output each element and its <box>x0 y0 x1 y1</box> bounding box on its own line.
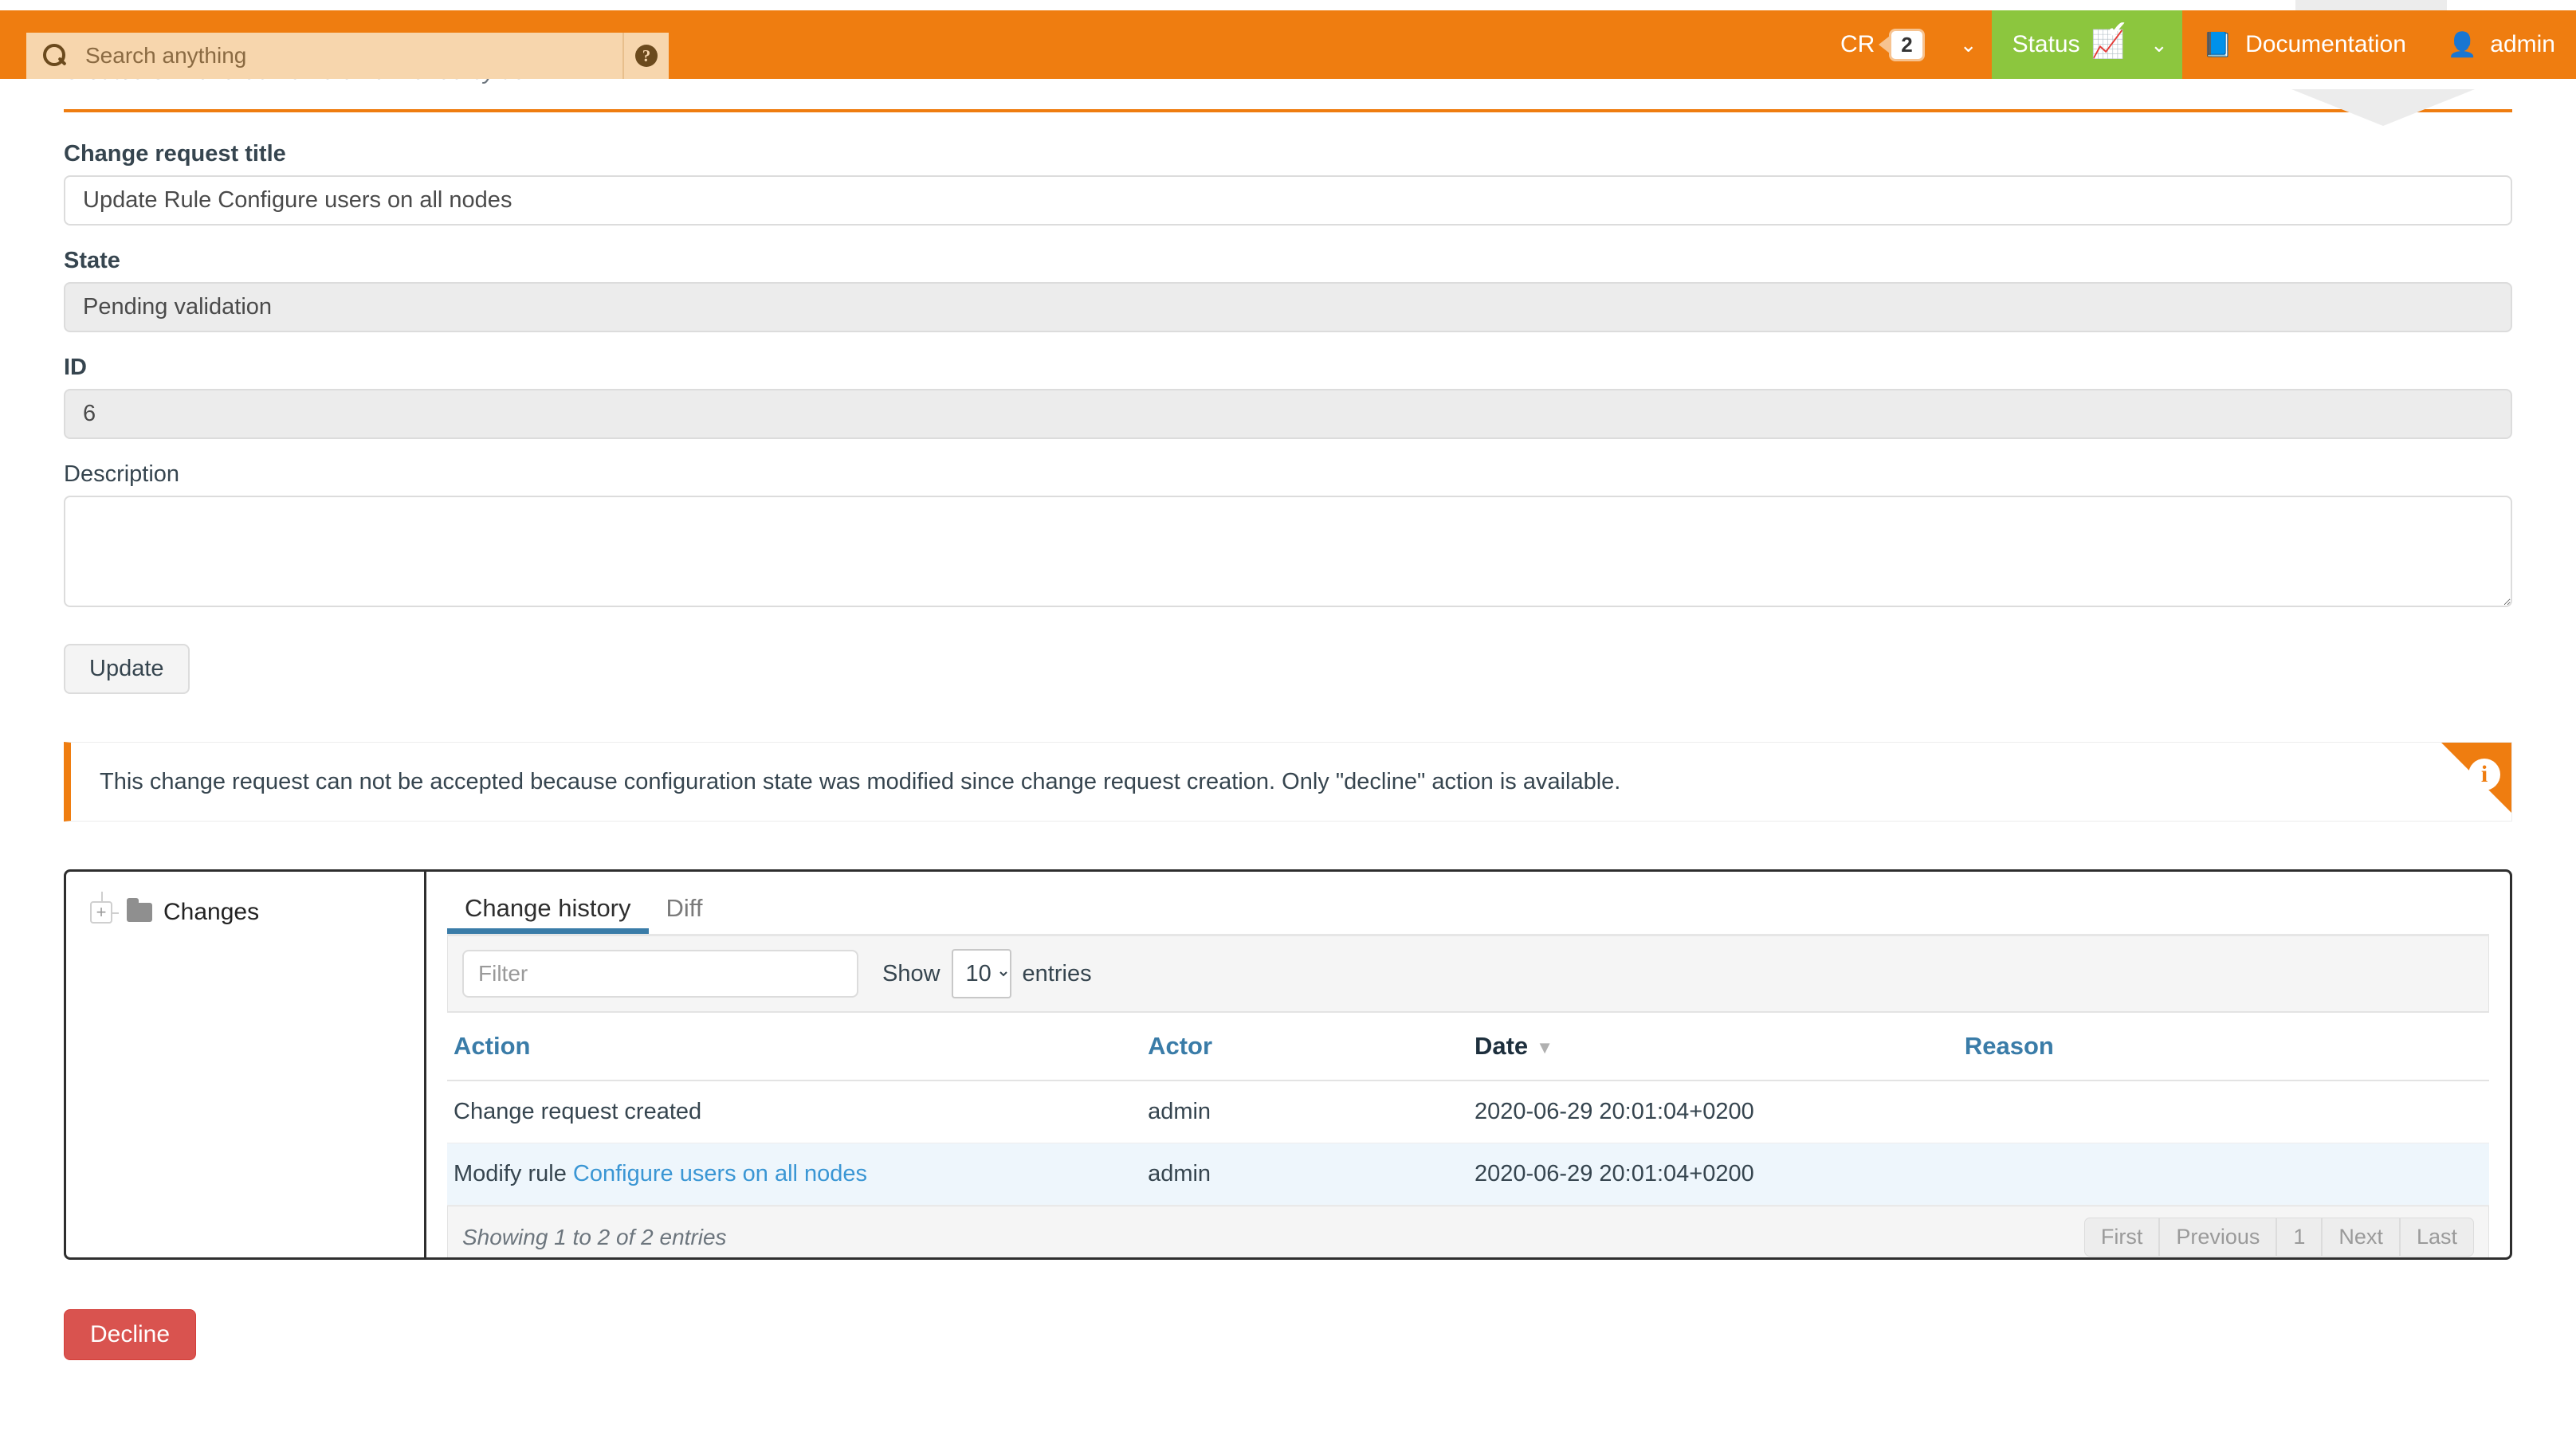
cell-actor: admin <box>1141 1143 1468 1206</box>
field-state: State <box>64 248 2512 332</box>
changes-panel: + Changes Change history Diff Show 10 en… <box>64 869 2512 1260</box>
table-footer: Showing 1 to 2 of 2 entries First Previo… <box>447 1206 2489 1260</box>
table-header-row: Action Actor Date ▼ Reason <box>447 1013 2489 1081</box>
change-request-title-input[interactable] <box>64 175 2512 226</box>
entries-per-page-select[interactable]: 10 <box>952 949 1011 998</box>
title-divider <box>64 109 2512 112</box>
folder-icon <box>127 903 152 922</box>
cell-action-text: Modify rule <box>454 1161 573 1186</box>
rule-link[interactable]: Configure users on all nodes <box>573 1161 867 1186</box>
cell-reason <box>1958 1080 2489 1143</box>
nav-status-chevron-down-icon[interactable]: ⌄ <box>2136 10 2182 79</box>
book-icon: 📘 <box>2203 31 2232 59</box>
search-help-button[interactable]: ? <box>622 33 669 79</box>
change-request-title-label: Change request title <box>64 141 2512 167</box>
cell-action: Change request created <box>447 1080 1141 1143</box>
column-header-date[interactable]: Date ▼ <box>1468 1013 1958 1081</box>
nav-documentation-label: Documentation <box>2245 31 2406 58</box>
user-icon: 👤 <box>2448 31 2477 59</box>
description-label: Description <box>64 461 2512 488</box>
pagination-previous[interactable]: Previous <box>2159 1218 2276 1257</box>
field-description: Description <box>64 461 2512 614</box>
filter-input[interactable] <box>462 950 858 998</box>
search-box[interactable] <box>26 33 622 79</box>
table-row[interactable]: Modify rule Configure users on all nodes… <box>447 1143 2489 1206</box>
nav-change-requests[interactable]: CR 2 <box>1820 10 1946 79</box>
id-label: ID <box>64 355 2512 381</box>
cr-count-badge: 2 <box>1889 29 1924 61</box>
cell-date: 2020-06-29 20:01:04+0200 <box>1468 1080 1958 1143</box>
description-textarea[interactable] <box>64 496 2512 607</box>
global-search: ? <box>26 33 669 79</box>
nav-user-menu[interactable]: 👤 admin <box>2427 10 2576 79</box>
nav-cr-label: CR <box>1840 31 1875 58</box>
alert-banner: This change request can not be accepted … <box>64 742 2512 822</box>
field-change-request-title: Change request title <box>64 141 2512 226</box>
nav-user-label: admin <box>2490 31 2555 58</box>
question-mark-icon: ? <box>635 45 658 67</box>
sort-descending-icon: ▼ <box>1536 1037 1553 1058</box>
cell-actor: admin <box>1141 1080 1468 1143</box>
heartbeat-icon: 📈✔ <box>2091 31 2125 58</box>
cell-reason <box>1958 1143 2489 1206</box>
expand-icon[interactable]: + <box>90 901 112 924</box>
table-row[interactable]: Change request created admin 2020-06-29 … <box>447 1080 2489 1143</box>
update-button[interactable]: Update <box>64 644 190 694</box>
field-id: ID <box>64 355 2512 439</box>
tab-diff[interactable]: Diff <box>649 888 721 934</box>
pagination-last[interactable]: Last <box>2400 1218 2474 1257</box>
tree-node-label: Changes <box>163 899 259 926</box>
search-icon <box>41 42 68 69</box>
info-icon[interactable]: i <box>2468 759 2500 790</box>
pagination-page-1[interactable]: 1 <box>2276 1218 2322 1257</box>
state-input <box>64 282 2512 332</box>
page-content: Update Rule Configure users on all nodes… <box>0 0 2576 1360</box>
pagination: First Previous 1 Next Last <box>2084 1218 2474 1257</box>
changes-content-pane: Change history Diff Show 10 entries Acti… <box>426 872 2510 1257</box>
decline-button[interactable]: Decline <box>64 1309 196 1360</box>
column-header-reason[interactable]: Reason <box>1958 1013 2489 1081</box>
column-header-date-label: Date <box>1475 1032 1528 1060</box>
nav-cr-chevron-down-icon[interactable]: ⌄ <box>1946 10 1992 79</box>
change-history-table: Action Actor Date ▼ Reason Change request… <box>447 1012 2489 1206</box>
pagination-first[interactable]: First <box>2084 1218 2159 1257</box>
search-input[interactable] <box>85 43 622 69</box>
id-input <box>64 389 2512 439</box>
alert-message: This change request can not be accepted … <box>100 769 1620 795</box>
nav-status[interactable]: Status 📈✔ <box>1992 10 2136 79</box>
tab-bar: Change history Diff <box>447 888 2489 936</box>
nav-status-label: Status <box>2012 31 2080 58</box>
column-header-action[interactable]: Action <box>447 1013 1141 1081</box>
table-info: Showing 1 to 2 of 2 entries <box>462 1225 727 1250</box>
tab-change-history[interactable]: Change history <box>447 888 649 934</box>
changes-tree-pane: + Changes <box>66 872 426 1257</box>
header-nav: CR 2 ⌄ Status 📈✔ ⌄ 📘 Documentation 👤 adm… <box>1820 10 2576 79</box>
check-icon: ✔ <box>2107 18 2127 42</box>
background-panel-arrow <box>2291 89 2475 126</box>
state-label: State <box>64 248 2512 274</box>
show-label: Show <box>882 961 940 987</box>
pagination-next[interactable]: Next <box>2322 1218 2400 1257</box>
nav-documentation[interactable]: 📘 Documentation <box>2182 10 2427 79</box>
table-toolbar: Show 10 entries <box>447 936 2489 1012</box>
tree-node-changes[interactable]: + Changes <box>90 899 424 926</box>
entries-label: entries <box>1023 961 1092 987</box>
cell-action: Modify rule Configure users on all nodes <box>447 1143 1141 1206</box>
change-request-form: Change request title State ID Descriptio… <box>64 141 2512 694</box>
column-header-actor[interactable]: Actor <box>1141 1013 1468 1081</box>
cell-date: 2020-06-29 20:01:04+0200 <box>1468 1143 1958 1206</box>
